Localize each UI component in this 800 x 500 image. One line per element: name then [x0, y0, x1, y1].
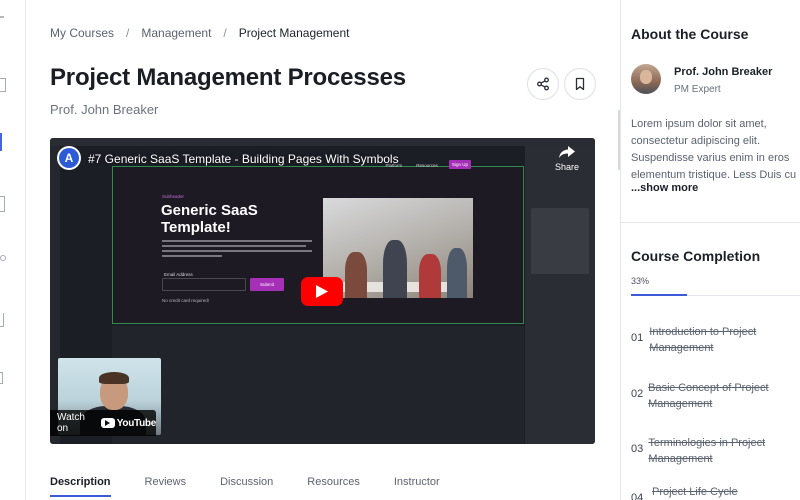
lesson-item[interactable]: 01 Introduction to Project Management — [631, 324, 800, 356]
video-editor-topbar — [50, 138, 595, 146]
sidebar-divider — [621, 222, 800, 223]
lesson-title: Introduction to Project Management — [649, 326, 757, 354]
lesson-number: 01 — [631, 332, 644, 344]
lesson-title: Basic Concept of Project Management — [648, 382, 769, 410]
completion-percent: 33% — [631, 276, 650, 286]
lesson-item[interactable]: 04 Project Life Cycle — [631, 484, 800, 500]
instructor-name[interactable]: Prof. John Breaker — [674, 66, 772, 78]
video-embedded-email-label: Email Address — [164, 272, 193, 277]
video-share-label: Share — [555, 162, 580, 172]
about-course-text: Lorem ipsum dolor sit amet, consectetur … — [631, 118, 797, 181]
course-author: Prof. John Breaker — [50, 102, 159, 117]
breadcrumb-management[interactable]: Management — [141, 26, 211, 40]
breadcrumb-my-courses[interactable]: My Courses — [50, 26, 114, 40]
course-tabs: Description Reviews Discussion Resources… — [50, 476, 474, 497]
video-embedded-signup: Sign Up — [449, 160, 471, 169]
share-arrow-icon — [559, 146, 575, 158]
play-icon — [316, 285, 328, 298]
youtube-wordmark: YouTube — [116, 417, 157, 429]
instructor-role: PM Expert — [674, 84, 721, 95]
share-icon — [537, 77, 549, 91]
channel-logo-icon: A — [59, 148, 79, 168]
courses-icon[interactable] — [0, 133, 2, 151]
video-embedded-lower-area — [112, 326, 524, 444]
breadcrumb-separator: / — [223, 26, 227, 40]
main-content: My Courses / Management / Project Manage… — [50, 0, 598, 500]
lesson-title: Terminologies in Project Management — [648, 437, 766, 465]
messages-icon[interactable] — [0, 313, 4, 327]
dashboard-icon[interactable] — [0, 78, 6, 92]
show-more-link[interactable]: ...show more — [631, 182, 698, 194]
video-embedded-submit: Submit — [250, 278, 284, 291]
video-embedded-photo — [323, 198, 473, 298]
video-embedded-hero-text — [162, 240, 312, 264]
video-share-button[interactable]: Share — [555, 146, 579, 172]
lesson-item[interactable]: 02 Basic Concept of Project Management — [631, 380, 800, 412]
tab-description[interactable]: Description — [50, 476, 111, 497]
video-player[interactable]: Platform Resources Log in Sign Up Subhea… — [50, 138, 595, 444]
breadcrumb: My Courses / Management / Project Manage… — [50, 26, 349, 40]
tab-discussion[interactable]: Discussion — [220, 476, 273, 497]
breadcrumb-separator: / — [126, 26, 130, 40]
course-sidebar: About the Course Prof. John Breaker PM E… — [620, 0, 800, 500]
video-editor-panel — [525, 146, 595, 444]
tab-instructor[interactable]: Instructor — [394, 476, 440, 497]
youtube-logo: YouTube — [100, 417, 157, 429]
completion-progress-fill — [631, 294, 688, 296]
calendar-icon[interactable] — [0, 196, 5, 212]
left-nav-rail — [0, 0, 26, 500]
channel-avatar[interactable]: A — [57, 146, 81, 170]
video-embedded-note: No credit card required! — [162, 298, 210, 303]
watch-on-label: Watch on — [57, 412, 85, 434]
lesson-title: Project Life Cycle — [652, 486, 738, 498]
share-button[interactable] — [527, 68, 559, 100]
video-embedded-email-field — [162, 278, 246, 291]
menu-icon[interactable] — [0, 16, 4, 18]
search-icon[interactable] — [0, 255, 6, 261]
lesson-number: 02 — [631, 388, 644, 400]
breadcrumb-current: Project Management — [238, 26, 350, 40]
youtube-play-icon — [100, 418, 115, 428]
video-embedded-subheader: Subheader — [162, 194, 185, 199]
instructor-avatar — [631, 64, 661, 94]
bookmark-button[interactable] — [564, 68, 596, 100]
settings-icon[interactable] — [0, 372, 3, 384]
lesson-number: 03 — [631, 443, 644, 455]
bookmark-icon — [575, 77, 585, 91]
video-embedded-nav-item: Resources — [416, 162, 438, 168]
watch-on-youtube-button[interactable]: Watch on YouTube — [50, 410, 156, 436]
lesson-number: 04 — [631, 492, 644, 500]
course-completion-title: Course Completion — [631, 248, 761, 264]
video-title[interactable]: #7 Generic SaaS Template - Building Page… — [88, 152, 399, 166]
tab-resources[interactable]: Resources — [307, 476, 360, 497]
about-course-title: About the Course — [631, 26, 749, 42]
lesson-item[interactable]: 03 Terminologies in Project Management — [631, 435, 800, 467]
play-button[interactable] — [301, 277, 343, 306]
video-editor-panel-box — [531, 208, 589, 274]
tab-reviews[interactable]: Reviews — [145, 476, 187, 497]
page-title: Project Management Processes — [50, 64, 406, 91]
video-embedded-hero-title: Generic SaaS Template! — [161, 202, 258, 236]
